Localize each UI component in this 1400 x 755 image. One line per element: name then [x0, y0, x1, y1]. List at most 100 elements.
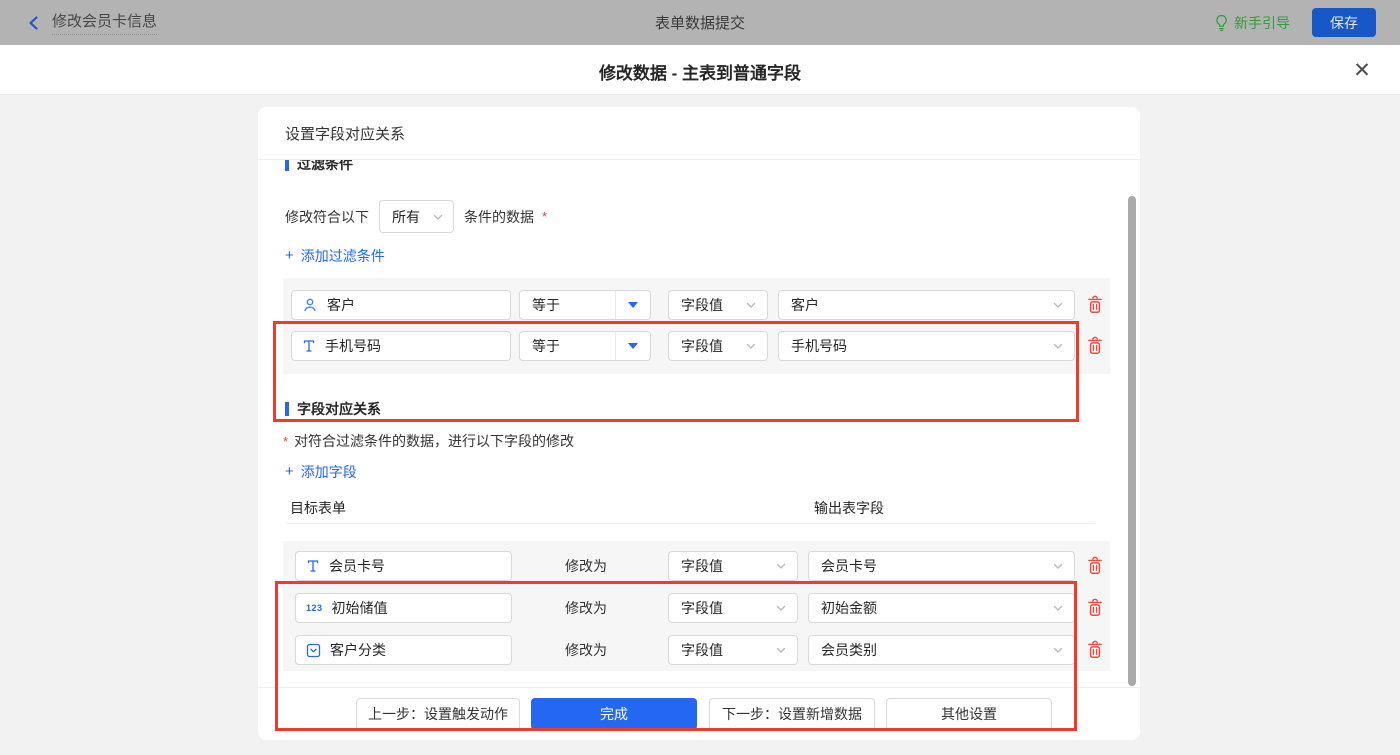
chevron-down-icon	[1052, 340, 1064, 352]
mapping-rows-panel: 会员卡号 修改为 字段值 会员卡号	[283, 541, 1110, 671]
card-title: 设置字段对应关系	[258, 107, 1140, 160]
chevron-down-icon	[775, 602, 787, 614]
close-icon[interactable]: ✕	[1348, 56, 1376, 84]
modal-header: 修改数据 - 主表到普通字段 ✕	[0, 45, 1400, 95]
filter-value-type-select[interactable]: 字段值	[668, 290, 768, 320]
mapping-column-headers: 目标表单 输出表字段	[285, 498, 1140, 512]
filter-value-type: 字段值	[681, 336, 723, 356]
scroll-area: 过滤条件 修改符合以下 所有 条件的数据 * + 添加过滤条件	[258, 160, 1140, 687]
mapping-value: 初始金额	[821, 598, 877, 618]
divider	[285, 523, 1095, 524]
mapping-value: 会员类别	[821, 640, 877, 660]
number-icon: 123	[306, 603, 323, 613]
filter-value-type-select[interactable]: 字段值	[668, 331, 768, 361]
filter-value-select[interactable]: 客户	[778, 290, 1075, 320]
delete-row-icon[interactable]	[1086, 640, 1104, 660]
lightbulb-icon	[1214, 14, 1229, 32]
filter-field-select[interactable]: 手机号码	[291, 331, 511, 361]
match-prefix-label: 修改符合以下	[285, 207, 369, 227]
modal-title: 修改数据 - 主表到普通字段	[0, 59, 1400, 84]
filter-row: 客户 等于 字段值 客户	[283, 290, 1110, 320]
beginner-guide-button[interactable]: 新手引导	[1214, 13, 1290, 33]
mapping-field-select[interactable]: 客户分类	[295, 635, 512, 665]
mapping-field-select[interactable]: 123 初始储值	[295, 593, 512, 623]
filter-value-type: 字段值	[681, 295, 723, 315]
filter-operator-select[interactable]: 等于	[519, 290, 651, 320]
filter-rows-panel: 客户 等于 字段值 客户	[283, 278, 1110, 374]
chevron-down-icon	[1052, 644, 1064, 656]
text-field-icon	[302, 339, 316, 353]
column-header-target-form: 目标表单	[290, 498, 346, 512]
vertical-scrollbar[interactable]	[1128, 196, 1136, 686]
match-condition-row: 修改符合以下 所有 条件的数据 *	[285, 200, 1140, 233]
chevron-down-icon	[432, 211, 444, 223]
next-step-button[interactable]: 下一步：设置新增数据	[709, 698, 875, 730]
filter-section-heading: 过滤条件	[285, 160, 1140, 172]
section-marker-bar	[285, 402, 289, 416]
card-footer: 上一步：设置触发动作 完成 下一步：设置新增数据 其他设置	[258, 687, 1140, 739]
mapping-value-type-select[interactable]: 字段值	[668, 551, 798, 581]
triangle-down-icon	[628, 343, 638, 349]
filter-field-label: 客户	[327, 295, 355, 315]
chevron-down-icon	[775, 644, 787, 656]
settings-card: 设置字段对应关系 过滤条件 修改符合以下 所有 条件的数据 *	[258, 107, 1140, 740]
page-title: 表单数据提交	[0, 12, 1400, 33]
chevron-down-icon	[1052, 560, 1064, 572]
user-icon	[302, 297, 318, 313]
match-mode-select[interactable]: 所有	[379, 200, 454, 233]
delete-row-icon[interactable]	[1086, 295, 1104, 315]
filter-operator-select[interactable]: 等于	[519, 331, 651, 361]
match-suffix-label: 条件的数据	[464, 207, 534, 227]
add-field-label: 添加字段	[301, 462, 357, 482]
mapping-field-label: 会员卡号	[329, 556, 385, 576]
dropdown-field-icon	[306, 643, 321, 658]
add-filter-condition-link[interactable]: + 添加过滤条件	[285, 246, 385, 266]
add-filter-condition-label: 添加过滤条件	[301, 246, 385, 266]
chevron-down-icon	[745, 299, 757, 311]
delete-row-icon[interactable]	[1086, 336, 1104, 356]
mapping-field-label: 客户分类	[330, 640, 386, 660]
triangle-down-icon	[628, 302, 638, 308]
modify-to-label: 修改为	[565, 635, 607, 665]
filter-value: 手机号码	[791, 336, 847, 356]
mapping-field-label: 初始储值	[332, 598, 388, 618]
mapping-value-type: 字段值	[681, 640, 723, 660]
filter-section-title: 过滤条件	[297, 160, 353, 174]
match-mode-value: 所有	[392, 207, 420, 227]
top-bar: 修改会员卡信息 表单数据提交 新手引导 保存	[0, 0, 1400, 45]
delete-row-icon[interactable]	[1086, 556, 1104, 576]
mapping-value-select[interactable]: 初始金额	[808, 593, 1075, 623]
text-field-icon	[306, 559, 320, 573]
mapping-value-select[interactable]: 会员类别	[808, 635, 1075, 665]
filter-operator-value: 等于	[520, 295, 560, 315]
mapping-value-select[interactable]: 会员卡号	[808, 551, 1075, 581]
chevron-down-icon	[745, 340, 757, 352]
mapping-field-select[interactable]: 会员卡号	[295, 551, 512, 581]
filter-field-select[interactable]: 客户	[291, 290, 511, 320]
mapping-value: 会员卡号	[821, 556, 877, 576]
done-button[interactable]: 完成	[531, 698, 697, 730]
other-settings-button[interactable]: 其他设置	[886, 698, 1052, 730]
plus-icon: +	[285, 249, 294, 263]
mapping-description: 对符合过滤条件的数据，进行以下字段的修改	[294, 431, 574, 451]
mapping-row: 123 初始储值 修改为 字段值 初始金额	[283, 593, 1110, 623]
divider	[615, 291, 616, 319]
beginner-guide-label: 新手引导	[1234, 13, 1290, 33]
plus-icon: +	[285, 465, 294, 479]
prev-step-button[interactable]: 上一步：设置触发动作	[356, 698, 520, 730]
mapping-section-heading: 字段对应关系	[285, 401, 1140, 417]
mapping-value-type: 字段值	[681, 556, 723, 576]
chevron-down-icon	[1052, 602, 1064, 614]
save-button[interactable]: 保存	[1312, 8, 1376, 37]
divider	[615, 332, 616, 360]
filter-row: 手机号码 等于 字段值 手机号码	[283, 331, 1110, 361]
chevron-down-icon	[1052, 299, 1064, 311]
mapping-value-type-select[interactable]: 字段值	[668, 593, 798, 623]
add-field-link[interactable]: + 添加字段	[285, 462, 357, 482]
mapping-value-type-select[interactable]: 字段值	[668, 635, 798, 665]
required-asterisk: *	[283, 434, 288, 449]
delete-row-icon[interactable]	[1086, 598, 1104, 618]
chevron-down-icon	[775, 560, 787, 572]
required-asterisk: *	[542, 209, 547, 224]
filter-value-select[interactable]: 手机号码	[778, 331, 1075, 361]
